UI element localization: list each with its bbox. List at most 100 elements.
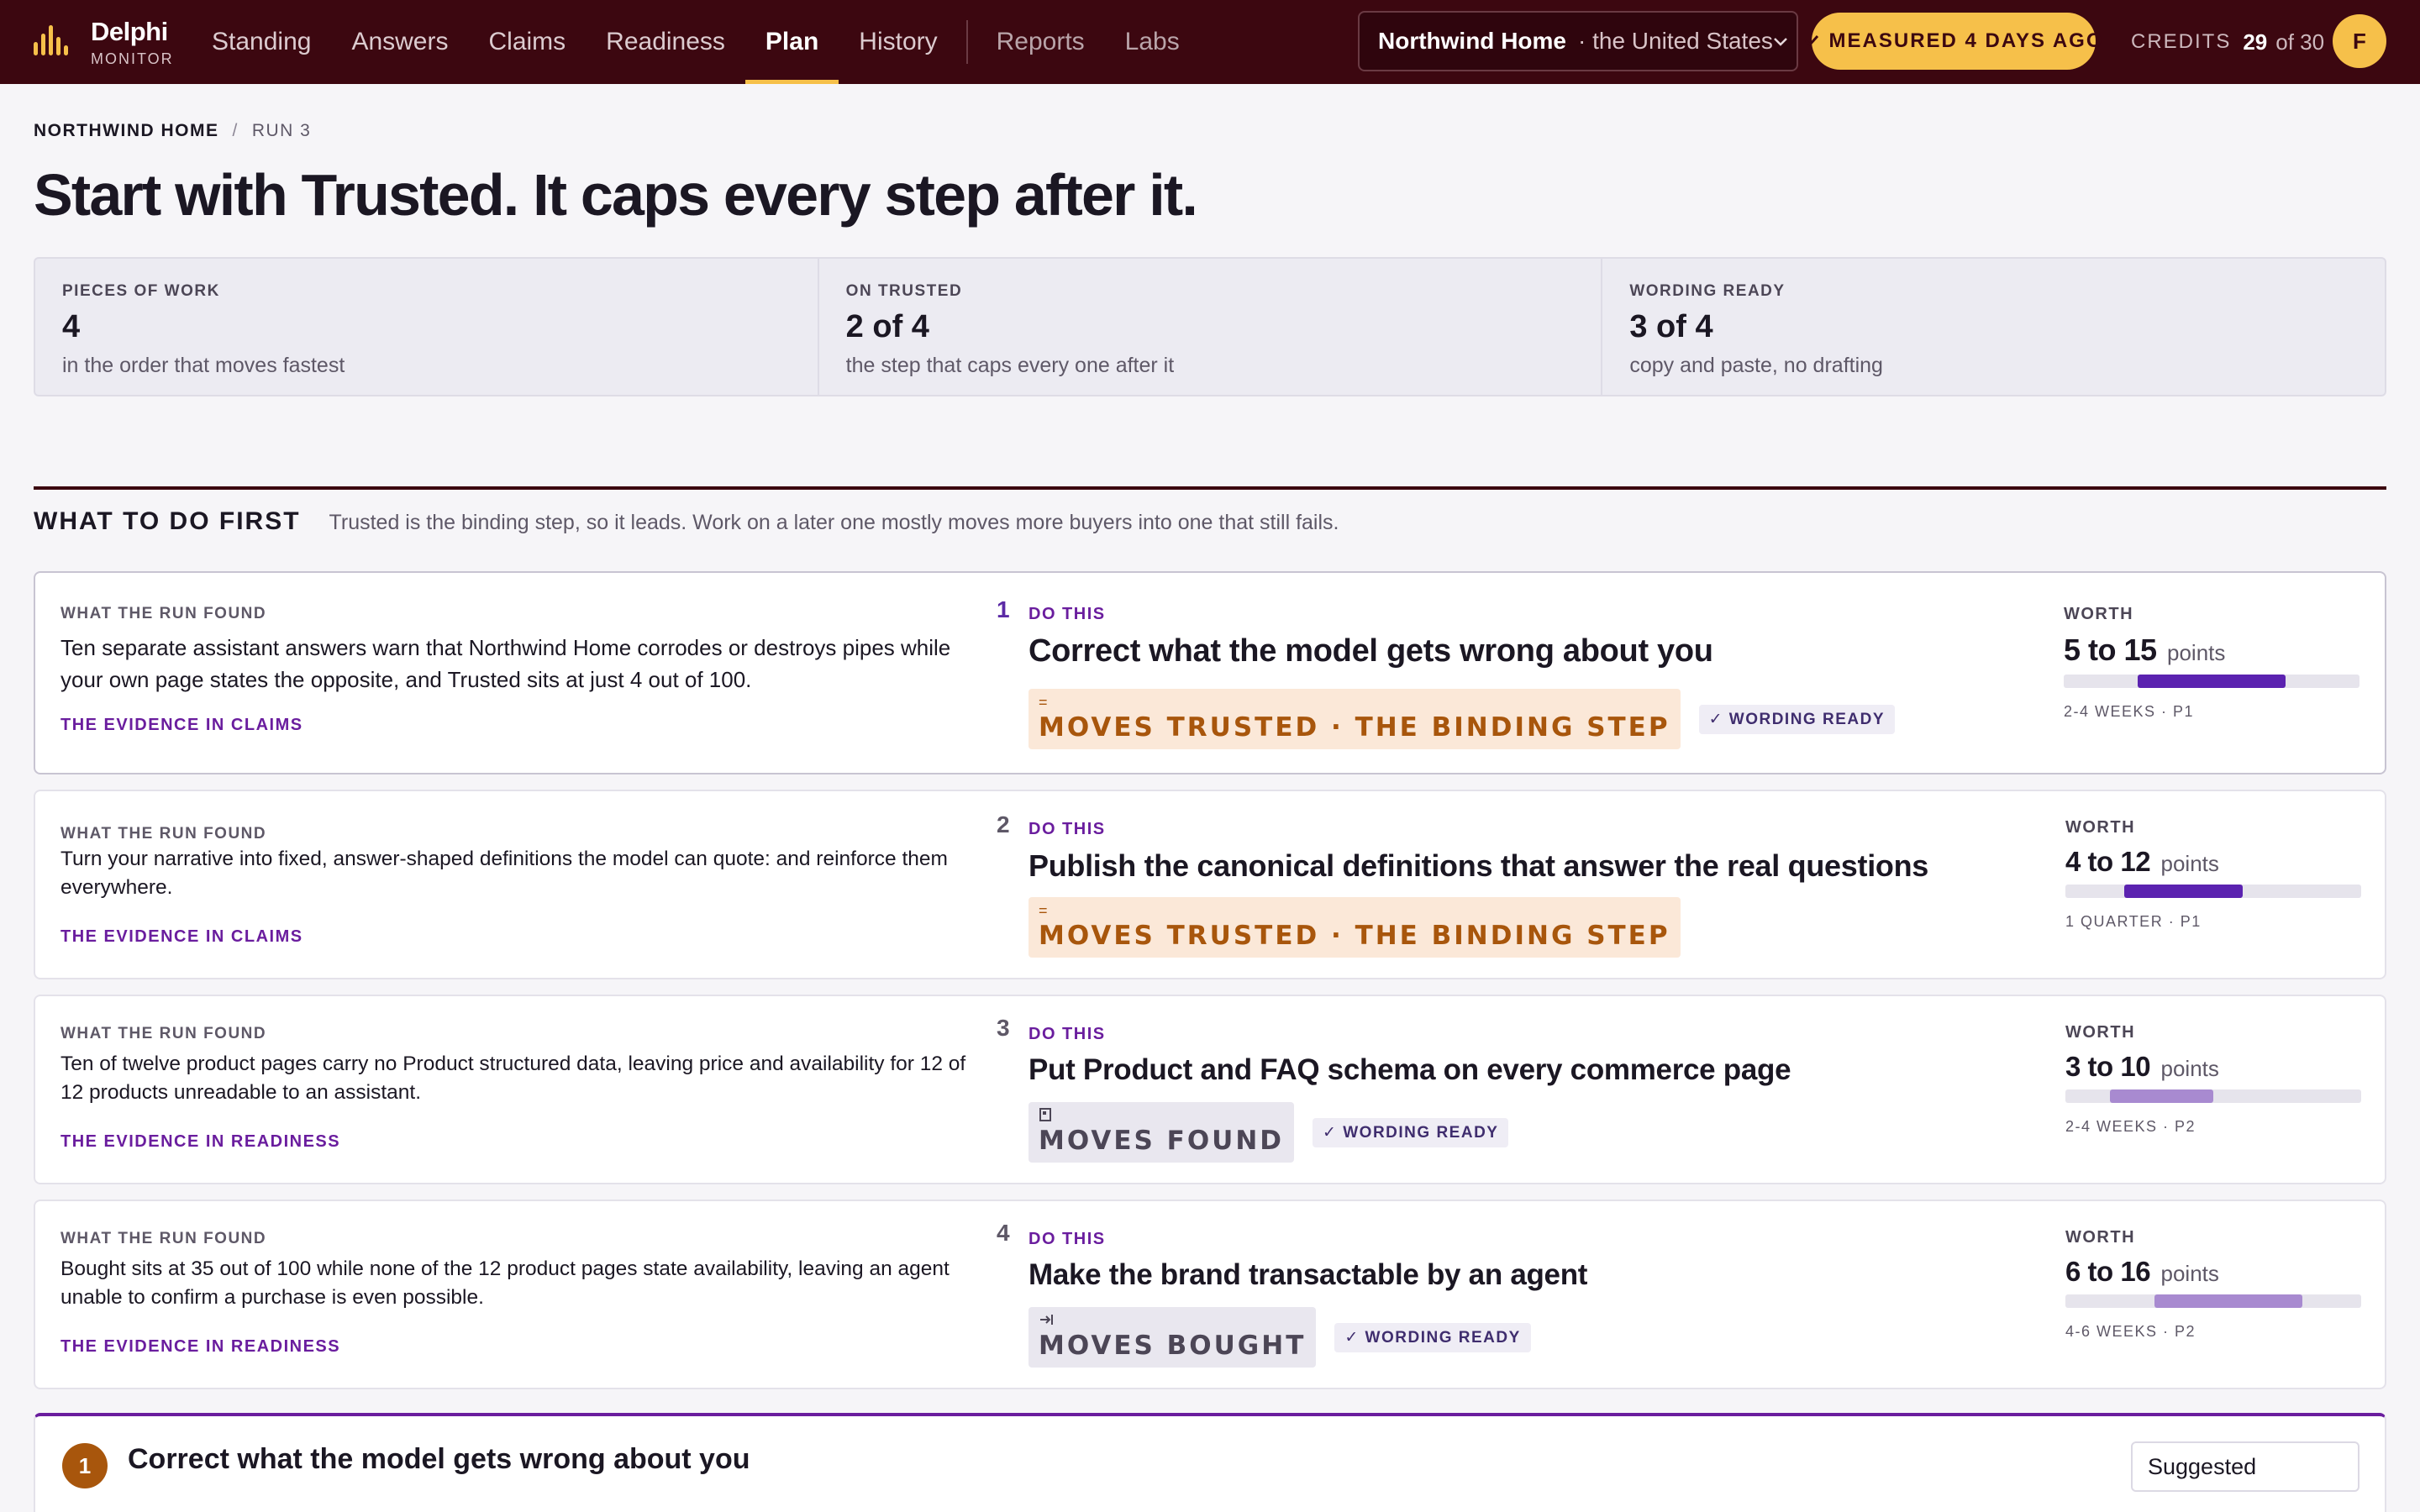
worth-unit: points (2160, 1261, 2219, 1286)
stat-label: ON TRUSTED (845, 282, 963, 300)
do-label: DO THIS (1028, 1230, 1106, 1248)
worth-range: 5 to 15 (2064, 633, 2157, 667)
evidence-link[interactable]: THE EVIDENCE IN CLAIMS (60, 927, 303, 947)
move-tag-label: MOVES TRUSTED · THE BINDING STEP (1039, 712, 1670, 743)
found-text: Ten of twelve product pages carry no Pro… (60, 1053, 966, 1104)
bars-logo-icon (34, 25, 72, 59)
action-card[interactable]: WHAT THE RUN FOUND Ten separate assistan… (34, 571, 2386, 774)
action-tags: = MOVES TRUSTED · THE BINDING STEP ✓ WOR… (1028, 689, 1895, 749)
worth-label: WORTH (2064, 605, 2134, 623)
stat-value: 4 (62, 309, 81, 344)
stat-sub: the step that caps every one after it (845, 354, 1175, 377)
app-logo[interactable]: Delphi MONITOR (34, 15, 174, 69)
nav-answers[interactable]: Answers (331, 0, 468, 84)
worth-range: 6 to 16 (2065, 1256, 2151, 1287)
page-icon (1039, 1107, 1284, 1126)
found-text: Ten separate assistant answers warn that… (60, 635, 951, 692)
nav-standing[interactable]: Standing (192, 0, 331, 84)
worth-bar (2065, 1089, 2361, 1103)
found-text: Bought sits at 35 out of 100 while none … (60, 1257, 950, 1309)
action-card[interactable]: WHAT THE RUN FOUND Bought sits at 35 out… (34, 1200, 2386, 1389)
action-title: Correct what the model gets wrong about … (1028, 633, 1713, 669)
evidence-link[interactable]: THE EVIDENCE IN READINESS (60, 1337, 340, 1357)
nav-labs[interactable]: Labs (1105, 0, 1200, 84)
main-nav: Standing Answers Claims Readiness Plan H… (192, 0, 1200, 84)
nav-claims[interactable]: Claims (468, 0, 586, 84)
stat-value: 3 of 4 (1629, 309, 1713, 344)
action-index: 3 (997, 1015, 1010, 1041)
effort-priority: 4-6 WEEKS · P2 (2065, 1323, 2196, 1340)
action-tags: MOVES FOUND ✓ WORDING READY (1028, 1102, 1509, 1163)
worth-unit: points (2167, 640, 2226, 665)
moves-found-tag: MOVES FOUND (1028, 1102, 1295, 1163)
action-card[interactable]: WHAT THE RUN FOUND Turn your narrative i… (34, 790, 2386, 979)
app-subtitle: MONITOR (91, 50, 174, 67)
do-label: DO THIS (1028, 820, 1106, 838)
app-name: Delphi (91, 16, 168, 46)
worth-bar (2065, 885, 2361, 898)
worth-bar-fill (2138, 675, 2286, 688)
evidence-link[interactable]: THE EVIDENCE IN READINESS (60, 1132, 340, 1152)
nav-readiness[interactable]: Readiness (586, 0, 745, 84)
equals-icon: = (1039, 902, 1048, 919)
do-label: DO THIS (1028, 1025, 1106, 1043)
nav-plan[interactable]: Plan (744, 0, 839, 84)
measured-badge[interactable]: MEASURED 4 DAYS AGO (1804, 13, 2102, 70)
action-title: Make the brand transactable by an agent (1028, 1258, 1588, 1291)
found-label: WHAT THE RUN FOUND (60, 1230, 267, 1247)
check-icon (1804, 29, 1819, 53)
stat-wording-ready: WORDING READY 3 of 4 copy and paste, no … (1602, 259, 2385, 395)
breadcrumb-run: RUN 3 (251, 121, 312, 140)
equals-icon: = (1039, 694, 1048, 711)
worth-block: WORTH 4 to 12 points 1 QUARTER · P1 (2065, 818, 2368, 931)
worth-label: WORTH (2065, 1228, 2136, 1247)
selected-brand: Northwind Home (1378, 28, 1566, 54)
chevron-down-icon (1773, 30, 1788, 52)
worth-range: 3 to 10 (2065, 1051, 2151, 1082)
section-title: WHAT TO DO FIRST (34, 507, 301, 535)
stat-label: PIECES OF WORK (62, 282, 220, 300)
top-bar: Delphi MONITOR Standing Answers Claims R… (0, 0, 2420, 84)
status-select[interactable]: Suggested (2131, 1441, 2360, 1492)
worth-block: WORTH 5 to 15 points 2-4 WEEKS · P1 (2064, 605, 2366, 721)
page-title: Start with Trusted. It caps every step a… (34, 162, 1198, 228)
worth-bar (2064, 675, 2360, 688)
user-avatar[interactable]: F (2333, 14, 2386, 68)
stat-value: 2 of 4 (845, 309, 929, 344)
action-detail-panel: 1 Correct what the model gets wrong abou… (34, 1413, 2386, 1512)
moves-trusted-tag: = MOVES TRUSTED · THE BINDING STEP (1028, 897, 1681, 958)
worth-unit: points (2160, 1056, 2219, 1081)
worth-block: WORTH 3 to 10 points 2-4 WEEKS · P2 (2065, 1023, 2368, 1136)
section-divider (34, 486, 2386, 490)
measured-label: MEASURED 4 DAYS AGO (1828, 29, 2104, 52)
worth-range: 4 to 12 (2065, 846, 2151, 877)
move-tag-label: MOVES BOUGHT (1039, 1331, 1307, 1361)
worth-label: WORTH (2065, 818, 2136, 837)
action-index: 4 (997, 1220, 1010, 1246)
credits-total: of 30 (2275, 29, 2325, 55)
detail-number-badge: 1 (62, 1443, 108, 1488)
action-index: 2 (997, 811, 1010, 837)
section-header: WHAT TO DO FIRST Trusted is the binding … (34, 507, 1339, 536)
brand-market-selector[interactable]: Northwind Home · the United States (1358, 11, 1798, 71)
credits-used: 29 (2243, 29, 2268, 55)
breadcrumb: NORTHWIND HOME / RUN 3 (34, 121, 311, 141)
evidence-link[interactable]: THE EVIDENCE IN CLAIMS (60, 716, 303, 735)
do-label: DO THIS (1028, 605, 1106, 623)
found-label: WHAT THE RUN FOUND (60, 825, 267, 843)
worth-bar (2065, 1294, 2361, 1308)
stat-label: WORDING READY (1629, 282, 1786, 300)
nav-reports[interactable]: Reports (976, 0, 1105, 84)
nav-divider (965, 20, 968, 64)
action-title: Put Product and FAQ schema on every comm… (1028, 1053, 1791, 1086)
action-tags: = MOVES TRUSTED · THE BINDING STEP (1028, 897, 1699, 958)
worth-bar-fill (2124, 885, 2244, 898)
breadcrumb-brand[interactable]: NORTHWIND HOME (34, 121, 218, 141)
action-card[interactable]: WHAT THE RUN FOUND Ten of twelve product… (34, 995, 2386, 1184)
worth-unit: points (2160, 851, 2219, 876)
effort-priority: 1 QUARTER · P1 (2065, 913, 2202, 930)
action-title: Publish the canonical definitions that a… (1028, 848, 1928, 883)
stat-sub: in the order that moves fastest (62, 354, 345, 377)
nav-history[interactable]: History (839, 0, 957, 84)
wording-ready-tag: ✓ WORDING READY (1334, 1322, 1531, 1352)
